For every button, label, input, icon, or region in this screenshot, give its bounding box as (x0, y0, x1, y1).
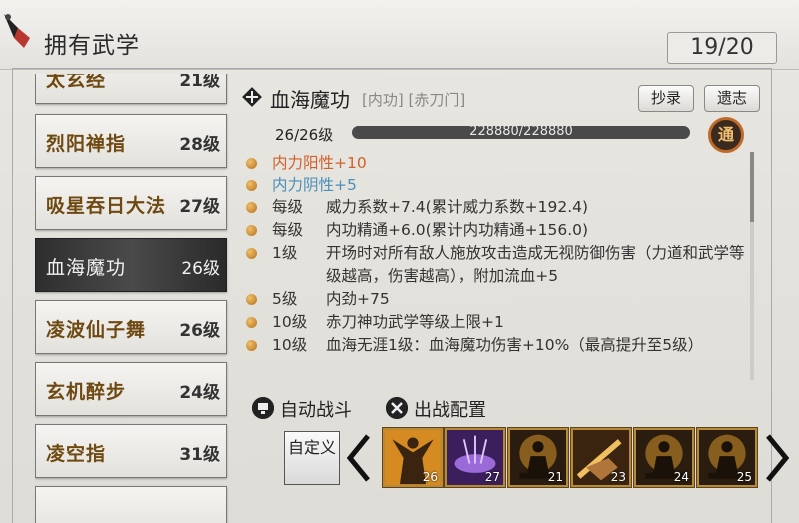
skill-slot[interactable]: 23 (571, 428, 631, 487)
skill-name: 血海魔功 (270, 88, 350, 112)
bullet-icon (246, 180, 257, 191)
copy-button[interactable]: 抄录 (638, 85, 694, 112)
skill-item-level: 28级 (179, 135, 220, 155)
skill-tags: [内功] [赤刀门] (362, 91, 466, 109)
effect-level: 每级 (272, 198, 304, 216)
effect-text: 内功精通+6.0(累计内功精通+156.0) (326, 221, 589, 239)
xp-text: 228880/228880 (469, 124, 573, 139)
skill-item-name: 凌波仙子舞 (46, 319, 147, 341)
chevron-right-icon[interactable] (764, 434, 790, 482)
effect-level: 10级 (272, 313, 308, 331)
battle-config-label[interactable]: 出战配置 (414, 396, 486, 422)
custom-button[interactable]: 自定义 (284, 431, 340, 485)
skill-slot[interactable]: 26 (383, 428, 443, 487)
skill-item[interactable]: 玄机醉步 24级 (35, 362, 227, 416)
slot-level: 27 (484, 470, 500, 484)
skill-item[interactable]: 烈阳禅指 28级 (35, 114, 227, 168)
skill-slot[interactable]: 25 (697, 428, 757, 487)
skill-item-level: 26级 (181, 259, 220, 279)
header-bar: 拥有武学 19/20 (0, 0, 799, 70)
bullet-icon (246, 248, 257, 259)
bullet-icon (246, 225, 257, 236)
effect-text: 血海无涯1级：血海魔功伤害+10%（最高提升至5级） (326, 336, 704, 354)
bullet-icon (246, 158, 257, 169)
slot-level: 24 (673, 470, 689, 484)
skill-item[interactable]: 凌空指 31级 (35, 424, 227, 478)
slot-level: 23 (610, 470, 626, 484)
skill-list[interactable]: 太玄经 21级 烈阳禅指 28级 吸星吞日大法 27级 血海魔功 26级 凌波仙… (35, 74, 229, 523)
compass-diamond-icon (242, 87, 262, 107)
bullet-icon (246, 317, 257, 328)
slot-level: 26 (422, 470, 438, 484)
page-title: 拥有武学 (44, 33, 140, 59)
effect-text: 威力系数+7.4(累计威力系数+192.4) (326, 198, 589, 216)
brush-logo-icon (4, 14, 30, 48)
skill-item[interactable]: 凌波仙子舞 26级 (35, 300, 227, 354)
skill-item[interactable] (35, 486, 227, 523)
skill-item-name: 玄机醉步 (46, 381, 127, 403)
skill-item-level: 24级 (179, 383, 220, 403)
skill-item-name: 凌空指 (46, 443, 107, 465)
crossed-swords-icon[interactable] (386, 397, 408, 419)
skill-item-name: 血海魔功 (46, 257, 127, 279)
skill-item-level: 26级 (179, 321, 220, 341)
effects-list[interactable]: 内力阳性+10 内力阴性+5 每级 威力系数+7.4(累计威力系数+192.4)… (246, 152, 746, 380)
skill-item-name: 太玄经 (46, 74, 107, 91)
skill-item-selected[interactable]: 血海魔功 26级 (35, 238, 227, 292)
skill-slot[interactable]: 27 (445, 428, 505, 487)
skill-item-level: 31级 (179, 445, 220, 465)
skill-slot[interactable]: 21 (508, 428, 568, 487)
effects-scrollbar[interactable] (750, 152, 754, 380)
bullet-icon (246, 202, 257, 213)
level-text: 26/26级 (275, 126, 334, 144)
effect-text: 开场时对所有敌人施放攻击造成无视防御伤害（力道和武学等级越高，伤害越高），附加流… (326, 244, 745, 285)
skill-item-name: 吸星吞日大法 (46, 195, 167, 217)
bullet-icon (246, 294, 257, 305)
slot-level: 25 (736, 470, 752, 484)
bullet-icon (246, 340, 257, 351)
effect-level: 每级 (272, 221, 304, 239)
legacy-button[interactable]: 遗志 (704, 85, 760, 112)
skill-slot[interactable]: 24 (634, 428, 694, 487)
effect-text: 内力阴性+5 (272, 176, 357, 194)
effect-level: 10级 (272, 336, 308, 354)
xp-bar: 228880/228880 (352, 124, 690, 139)
slot-level: 21 (547, 470, 563, 484)
skill-item-name: 烈阳禅指 (46, 133, 127, 155)
skill-item[interactable]: 吸星吞日大法 27级 (35, 176, 227, 230)
effect-text: 内劲+75 (326, 290, 390, 308)
effect-level: 1级 (272, 244, 298, 262)
chevron-left-icon[interactable] (346, 434, 372, 482)
skill-counter: 19/20 (667, 32, 777, 64)
scroll-thumb[interactable] (750, 152, 754, 222)
skill-item[interactable]: 太玄经 21级 (35, 74, 227, 104)
effect-level: 5级 (272, 290, 298, 308)
mastery-badge: 通 (708, 117, 744, 153)
monitor-icon[interactable] (252, 397, 274, 419)
skill-item-level: 27级 (179, 197, 220, 217)
skill-item-level: 21级 (179, 74, 220, 91)
auto-battle-toggle[interactable]: 自动战斗 (280, 396, 352, 422)
effect-text: 内力阳性+10 (272, 154, 367, 172)
effect-text: 赤刀神功武学等级上限+1 (326, 313, 504, 331)
